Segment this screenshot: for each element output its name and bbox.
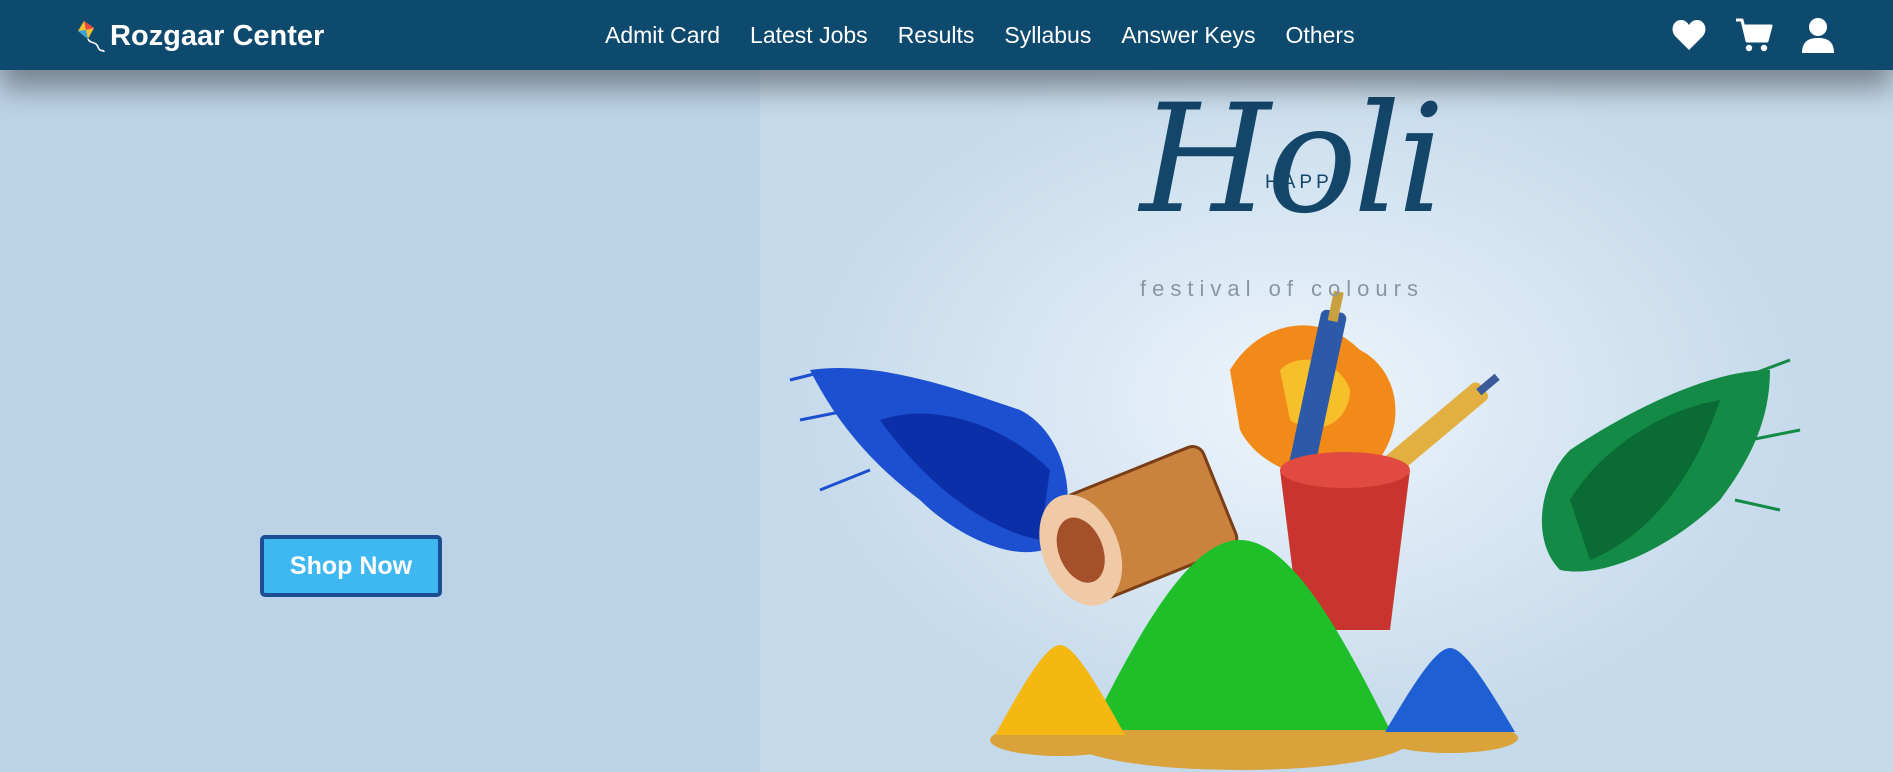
account-button[interactable] xyxy=(1801,17,1835,53)
nav-admit-card[interactable]: Admit Card xyxy=(605,22,720,49)
nav-latest-jobs[interactable]: Latest Jobs xyxy=(750,22,868,49)
cart-button[interactable] xyxy=(1735,17,1773,53)
brand[interactable]: Rozgaar Center xyxy=(74,18,324,54)
holi-subtitle: festival of colours xyxy=(1140,276,1424,301)
kite-icon xyxy=(78,21,105,53)
shop-now-button[interactable]: Shop Now xyxy=(260,535,442,597)
top-navbar: Rozgaar Center Admit Card Latest Jobs Re… xyxy=(0,0,1893,70)
holi-happy-text: HAPPY xyxy=(1265,172,1350,193)
main-nav: Admit Card Latest Jobs Results Syllabus … xyxy=(605,0,1385,70)
holi-banner-image: Holi HAPPY festival of colours xyxy=(760,70,1893,772)
nav-answer-keys[interactable]: Answer Keys xyxy=(1121,22,1255,49)
nav-results[interactable]: Results xyxy=(898,22,975,49)
holi-title: Holi xyxy=(1140,73,1445,247)
hero-banner: Holi HAPPY festival of colours Shop Now xyxy=(0,70,1893,772)
brand-name: Rozgaar Center xyxy=(110,19,325,52)
wishlist-button[interactable] xyxy=(1671,18,1707,52)
cart-icon xyxy=(1736,18,1773,52)
nav-syllabus[interactable]: Syllabus xyxy=(1004,22,1091,49)
header-actions xyxy=(1643,0,1835,70)
nav-others[interactable]: Others xyxy=(1286,22,1355,49)
user-icon xyxy=(1802,18,1834,53)
heart-icon xyxy=(1672,20,1706,50)
